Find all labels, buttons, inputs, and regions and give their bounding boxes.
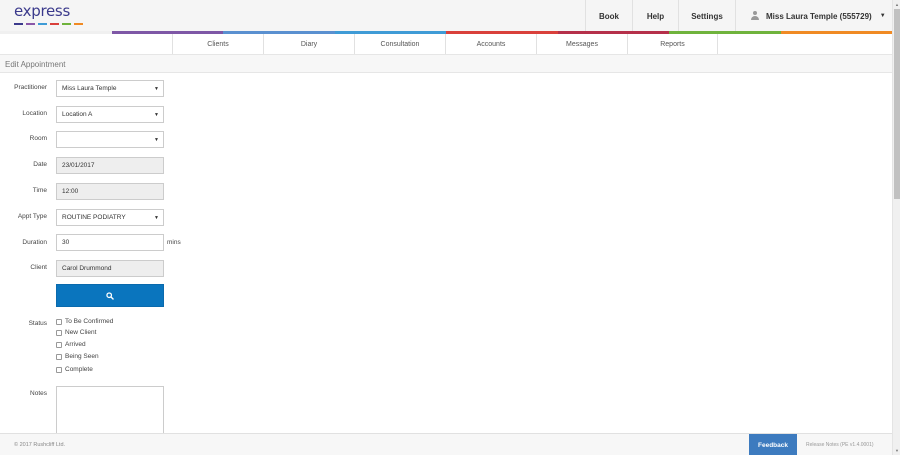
- main-nav-tabs: Clients Diary Consultation Accounts Mess…: [172, 34, 718, 54]
- location-select[interactable]: Location A ▼: [56, 106, 164, 123]
- duration-value: 30: [62, 239, 70, 246]
- room-select[interactable]: ▼: [56, 131, 164, 148]
- status-option-label: New Client: [65, 329, 97, 336]
- user-menu[interactable]: Miss Laura Temple (555729) ▼: [735, 0, 892, 32]
- status-option[interactable]: To Be Confirmed: [56, 318, 113, 325]
- scroll-up-icon[interactable]: ▲: [894, 1, 900, 8]
- room-label: Room: [29, 135, 47, 142]
- duration-unit: mins: [167, 239, 181, 246]
- book-nav-button[interactable]: Book: [585, 0, 632, 32]
- appt-type-label: Appt Type: [17, 213, 47, 220]
- tab-consultation[interactable]: Consultation: [354, 34, 445, 54]
- practitioner-label: Practitioner: [14, 84, 47, 91]
- scroll-down-icon[interactable]: ▼: [894, 447, 900, 454]
- scrollbar-thumb[interactable]: [894, 9, 900, 199]
- practitioner-value: Miss Laura Temple: [62, 85, 117, 92]
- status-checkbox[interactable]: [56, 366, 62, 373]
- status-checkbox[interactable]: [56, 341, 62, 348]
- search-icon: [106, 291, 114, 300]
- location-label: Location: [22, 110, 47, 117]
- tab-messages[interactable]: Messages: [536, 34, 627, 54]
- user-name: Miss Laura Temple (555729): [766, 11, 872, 21]
- dropdown-arrow-icon: ▼: [154, 137, 159, 143]
- page-title-bar: Edit Appointment: [0, 55, 892, 73]
- notes-label: Notes: [30, 390, 47, 397]
- client-search-button[interactable]: [56, 284, 164, 307]
- feedback-button[interactable]: Feedback: [749, 434, 797, 455]
- tab-clients[interactable]: Clients: [172, 34, 263, 54]
- appt-type-value: ROUTINE PODIATRY: [62, 214, 126, 221]
- date-label: Date: [33, 161, 47, 168]
- time-field[interactable]: 12:00: [56, 183, 164, 200]
- location-value: Location A: [62, 111, 93, 118]
- status-checkbox[interactable]: [56, 329, 62, 336]
- duration-label: Duration: [22, 239, 47, 246]
- tab-reports[interactable]: Reports: [627, 34, 718, 54]
- time-value: 12:00: [62, 188, 79, 195]
- status-option[interactable]: Complete: [56, 366, 93, 373]
- tab-accounts[interactable]: Accounts: [445, 34, 536, 54]
- copyright-text: © 2017 Rushcliff Ltd.: [14, 442, 66, 448]
- status-checkbox[interactable]: [56, 318, 62, 325]
- page-title: Edit Appointment: [5, 60, 66, 69]
- status-option-label: Arrived: [65, 341, 86, 348]
- time-label: Time: [32, 187, 47, 194]
- status-checkbox[interactable]: [56, 353, 62, 360]
- status-option[interactable]: New Client: [56, 329, 96, 336]
- dropdown-arrow-icon: ▼: [154, 112, 159, 118]
- help-nav-button[interactable]: Help: [632, 0, 678, 32]
- client-label: Client: [30, 264, 47, 271]
- date-field[interactable]: 23/01/2017: [56, 157, 164, 174]
- status-option-label: Complete: [65, 366, 93, 373]
- dropdown-arrow-icon: ▼: [154, 86, 159, 92]
- status-option[interactable]: Arrived: [56, 341, 86, 348]
- status-option[interactable]: Being Seen: [56, 353, 99, 360]
- release-notes-link[interactable]: Release Notes (PE v1.4.0001): [806, 442, 874, 448]
- dropdown-arrow-icon: ▼: [154, 215, 159, 221]
- notes-textarea[interactable]: [56, 386, 164, 434]
- user-icon: [750, 11, 760, 21]
- practitioner-select[interactable]: Miss Laura Temple ▼: [56, 80, 164, 97]
- footer: © 2017 Rushcliff Ltd. Feedback Release N…: [0, 433, 892, 455]
- chevron-down-icon: ▼: [879, 13, 886, 19]
- status-option-label: To Be Confirmed: [65, 318, 114, 325]
- client-field[interactable]: Carol Drummond: [56, 260, 164, 277]
- status-label: Status: [28, 320, 47, 327]
- date-value: 23/01/2017: [62, 162, 95, 169]
- top-bar: express Book Help Settings Miss Laura Te…: [0, 0, 892, 32]
- logo-text: express: [14, 2, 70, 20]
- settings-nav-button[interactable]: Settings: [678, 0, 735, 32]
- logo-color-bars: [14, 23, 86, 25]
- express-logo[interactable]: express: [14, 4, 86, 26]
- client-value: Carol Drummond: [62, 265, 112, 272]
- status-option-label: Being Seen: [65, 353, 99, 360]
- appt-type-select[interactable]: ROUTINE PODIATRY ▼: [56, 209, 164, 226]
- page-scrollbar[interactable]: ▲ ▼: [892, 0, 900, 455]
- tab-diary[interactable]: Diary: [263, 34, 354, 54]
- duration-input[interactable]: 30: [56, 234, 164, 251]
